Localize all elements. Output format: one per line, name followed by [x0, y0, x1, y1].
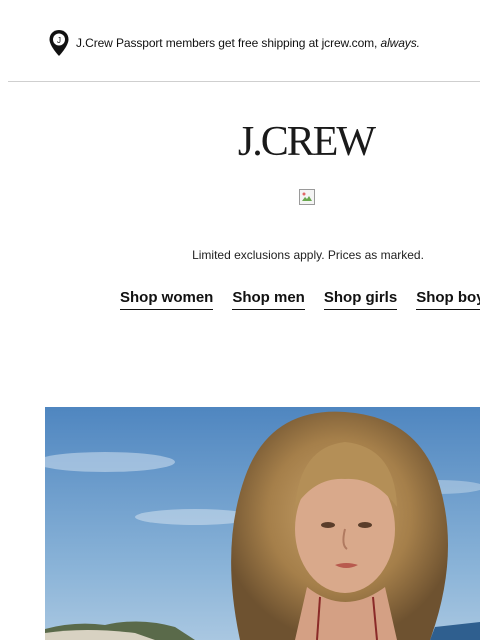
shop-boys-link[interactable]: Shop boys	[416, 289, 480, 310]
broken-image-icon	[299, 189, 315, 205]
jcrew-logo[interactable]: J.CREW	[0, 118, 480, 166]
promo-text: J.Crew Passport members get free shippin…	[76, 36, 420, 50]
header-divider	[8, 81, 480, 82]
hero-image[interactable]	[45, 407, 480, 640]
svg-text:J: J	[57, 36, 61, 45]
promo-banner: J J.Crew Passport members get free shipp…	[48, 29, 420, 57]
promo-emphasis: always.	[380, 36, 420, 50]
shop-girls-link[interactable]: Shop girls	[323, 289, 398, 310]
disclaimer-text: Limited exclusions apply. Prices as mark…	[192, 248, 424, 262]
location-pin-icon: J	[48, 29, 70, 57]
shop-nav: Shop women Shop men Shop girls Shop boys	[120, 289, 480, 310]
shop-men-link[interactable]: Shop men	[232, 289, 305, 310]
shop-women-link[interactable]: Shop women	[120, 289, 214, 310]
